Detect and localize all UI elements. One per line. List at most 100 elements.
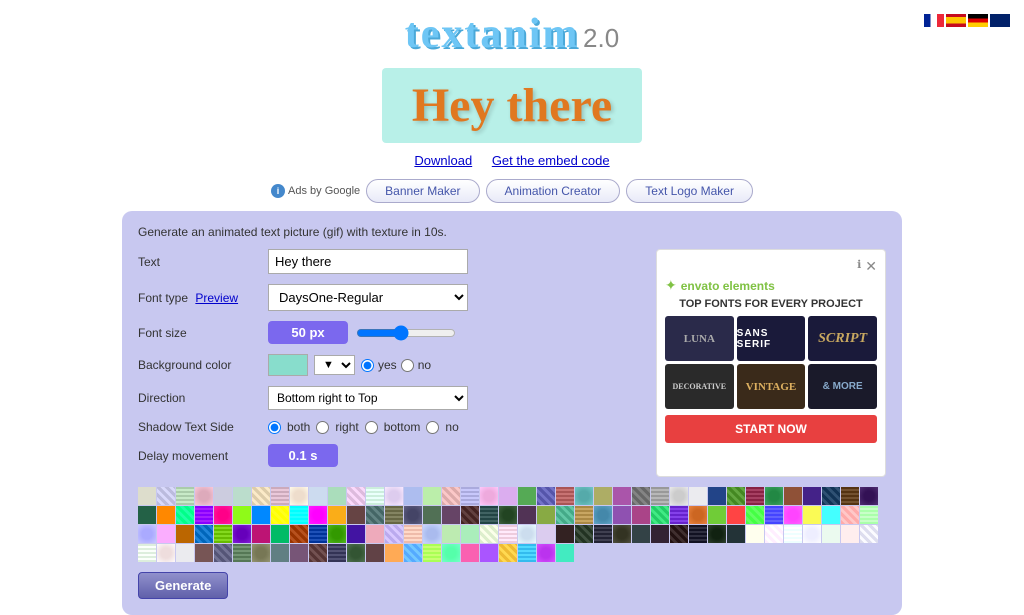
texture-cell[interactable]	[613, 525, 631, 543]
texture-cell[interactable]	[708, 525, 726, 543]
texture-cell[interactable]	[214, 506, 232, 524]
texture-cell[interactable]	[252, 525, 270, 543]
texture-cell[interactable]	[442, 544, 460, 562]
texture-cell[interactable]	[214, 487, 232, 505]
bg-yes-radio[interactable]	[361, 359, 374, 372]
texture-cell[interactable]	[423, 487, 441, 505]
texture-cell[interactable]	[670, 506, 688, 524]
texture-cell[interactable]	[366, 544, 384, 562]
texture-cell[interactable]	[233, 506, 251, 524]
texture-cell[interactable]	[556, 506, 574, 524]
font-preview-link[interactable]: Preview	[195, 291, 238, 305]
texture-cell[interactable]	[822, 506, 840, 524]
texture-cell[interactable]	[271, 544, 289, 562]
embed-link[interactable]: Get the embed code	[492, 153, 610, 168]
texture-cell[interactable]	[480, 525, 498, 543]
texture-cell[interactable]	[309, 525, 327, 543]
texture-cell[interactable]	[271, 525, 289, 543]
texture-cell[interactable]	[442, 525, 460, 543]
shadow-no-radio[interactable]	[426, 421, 439, 434]
texture-cell[interactable]	[271, 506, 289, 524]
texture-cell[interactable]	[385, 487, 403, 505]
texture-cell[interactable]	[613, 487, 631, 505]
texture-cell[interactable]	[385, 525, 403, 543]
texture-cell[interactable]	[347, 525, 365, 543]
shadow-right-radio[interactable]	[316, 421, 329, 434]
texture-cell[interactable]	[290, 506, 308, 524]
texture-cell[interactable]	[746, 525, 764, 543]
texture-cell[interactable]	[347, 506, 365, 524]
texture-cell[interactable]	[404, 487, 422, 505]
text-input[interactable]	[268, 249, 468, 274]
texture-cell[interactable]	[252, 487, 270, 505]
texture-cell[interactable]	[385, 506, 403, 524]
texture-cell[interactable]	[651, 487, 669, 505]
texture-cell[interactable]	[347, 487, 365, 505]
texture-cell[interactable]	[366, 525, 384, 543]
texture-cell[interactable]	[841, 506, 859, 524]
texture-cell[interactable]	[404, 506, 422, 524]
texture-cell[interactable]	[632, 525, 650, 543]
texture-cell[interactable]	[727, 525, 745, 543]
texture-cell[interactable]	[157, 544, 175, 562]
texture-cell[interactable]	[195, 506, 213, 524]
texture-cell[interactable]	[423, 506, 441, 524]
texture-cell[interactable]	[746, 506, 764, 524]
texture-cell[interactable]	[784, 506, 802, 524]
texture-cell[interactable]	[157, 506, 175, 524]
texture-cell[interactable]	[765, 525, 783, 543]
texture-cell[interactable]	[689, 487, 707, 505]
animation-creator-button[interactable]: Animation Creator	[486, 179, 621, 203]
texture-cell[interactable]	[822, 487, 840, 505]
texture-cell[interactable]	[860, 487, 878, 505]
texture-cell[interactable]	[366, 487, 384, 505]
texture-cell[interactable]	[727, 487, 745, 505]
font-type-select[interactable]: DaysOne-Regular Arial Impact	[268, 284, 468, 311]
texture-cell[interactable]	[784, 525, 802, 543]
flag-es[interactable]	[946, 14, 966, 27]
texture-cell[interactable]	[784, 487, 802, 505]
texture-cell[interactable]	[651, 506, 669, 524]
texture-cell[interactable]	[575, 506, 593, 524]
bg-no-radio[interactable]	[401, 359, 414, 372]
flag-fr[interactable]	[924, 14, 944, 27]
texture-cell[interactable]	[803, 525, 821, 543]
texture-cell[interactable]	[309, 487, 327, 505]
texture-cell[interactable]	[176, 487, 194, 505]
texture-cell[interactable]	[518, 544, 536, 562]
texture-cell[interactable]	[841, 487, 859, 505]
texture-cell[interactable]	[195, 544, 213, 562]
texture-cell[interactable]	[404, 525, 422, 543]
texture-cell[interactable]	[233, 544, 251, 562]
texture-cell[interactable]	[860, 525, 878, 543]
texture-cell[interactable]	[708, 506, 726, 524]
texture-cell[interactable]	[499, 487, 517, 505]
texture-cell[interactable]	[461, 487, 479, 505]
texture-cell[interactable]	[423, 544, 441, 562]
texture-cell[interactable]	[670, 525, 688, 543]
texture-cell[interactable]	[537, 544, 555, 562]
texture-cell[interactable]	[556, 544, 574, 562]
texture-cell[interactable]	[461, 506, 479, 524]
color-dropdown[interactable]: ▼	[314, 355, 355, 375]
texture-cell[interactable]	[518, 506, 536, 524]
texture-cell[interactable]	[537, 487, 555, 505]
texture-cell[interactable]	[727, 506, 745, 524]
texture-cell[interactable]	[518, 487, 536, 505]
texture-cell[interactable]	[214, 544, 232, 562]
texture-cell[interactable]	[575, 525, 593, 543]
texture-cell[interactable]	[138, 487, 156, 505]
texture-cell[interactable]	[518, 525, 536, 543]
direction-select[interactable]: Bottom right to Top Left to Right Right …	[268, 386, 468, 410]
texture-cell[interactable]	[309, 506, 327, 524]
shadow-both-radio[interactable]	[268, 421, 281, 434]
texture-cell[interactable]	[328, 487, 346, 505]
texture-cell[interactable]	[328, 525, 346, 543]
texture-cell[interactable]	[290, 544, 308, 562]
texture-cell[interactable]	[499, 525, 517, 543]
texture-cell[interactable]	[385, 544, 403, 562]
ad-close-button[interactable]: ✕	[865, 258, 877, 275]
texture-cell[interactable]	[632, 506, 650, 524]
texture-cell[interactable]	[423, 525, 441, 543]
texture-cell[interactable]	[556, 525, 574, 543]
